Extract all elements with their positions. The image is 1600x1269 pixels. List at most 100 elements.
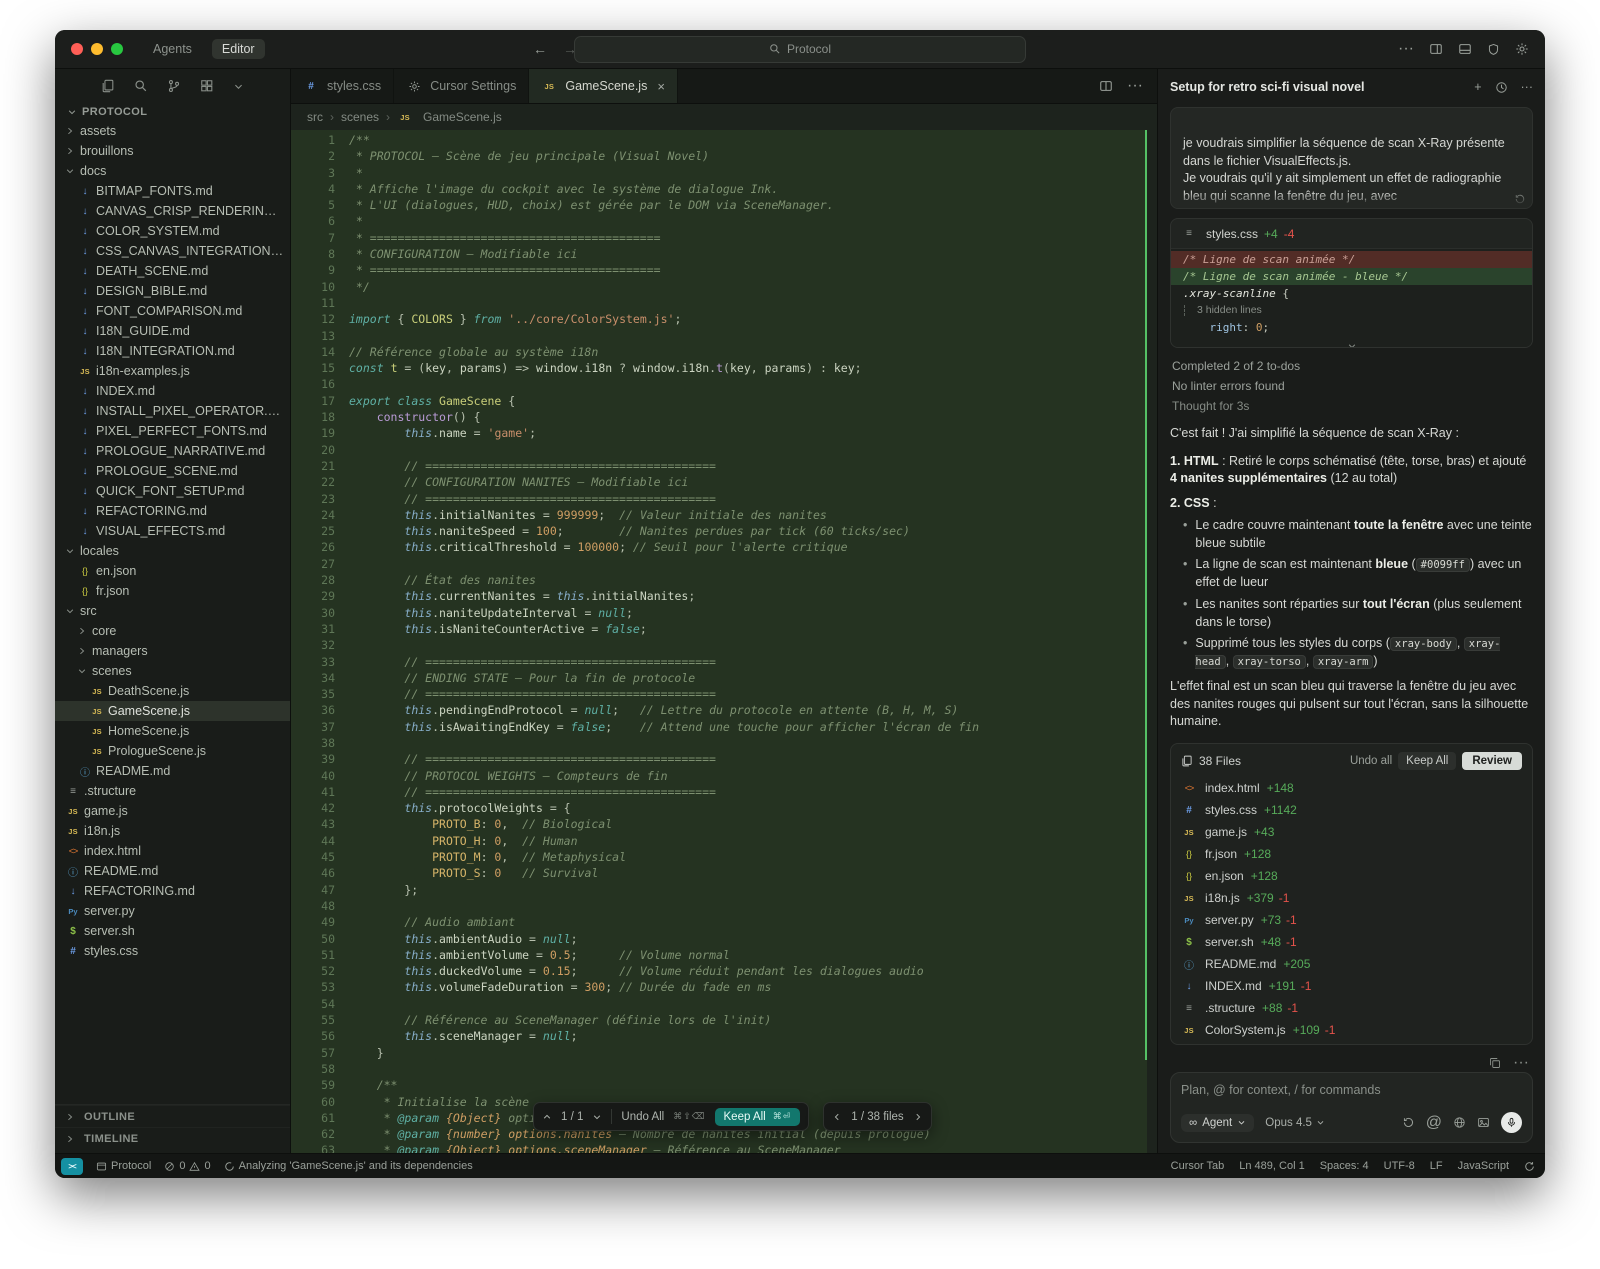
- code-line-22[interactable]: 22 // CONFIGURATION NANITES – Modifiable…: [291, 474, 1157, 490]
- code-line-48[interactable]: 48: [291, 898, 1157, 914]
- code-line-37[interactable]: 37 this.isAwaitingEndKey = false; // Att…: [291, 719, 1157, 735]
- source-control-icon[interactable]: [167, 79, 181, 93]
- close-tab-icon[interactable]: ×: [657, 79, 665, 94]
- code-line-13[interactable]: 13: [291, 328, 1157, 344]
- code-line-59[interactable]: 59 /**: [291, 1077, 1157, 1093]
- breadcrumb[interactable]: src›scenes›JSGameScene.js: [291, 104, 1157, 130]
- model-picker[interactable]: Opus 4.5: [1265, 1117, 1325, 1129]
- code-line-33[interactable]: 33 // ==================================…: [291, 654, 1157, 670]
- code-line-7[interactable]: 7 * ====================================…: [291, 230, 1157, 246]
- code-line-52[interactable]: 52 this.duckedVolume = 0.15; // Volume r…: [291, 963, 1157, 979]
- more-icon[interactable]: ···: [1127, 77, 1143, 95]
- globe-icon[interactable]: [1453, 1116, 1466, 1129]
- code-line-26[interactable]: 26 this.criticalThreshold = 100000; // S…: [291, 539, 1157, 555]
- chevron-right-icon[interactable]: [913, 1112, 923, 1122]
- tree-item-core[interactable]: core: [55, 621, 290, 641]
- code-line-29[interactable]: 29 this.currentNanites = this.initialNan…: [291, 588, 1157, 604]
- undo-all-button[interactable]: Undo All: [621, 1111, 664, 1123]
- changed-file-colorsystem-js[interactable]: JSColorSystem.js+109-1: [1171, 1019, 1532, 1041]
- tab-cursor-settings[interactable]: Cursor Settings: [394, 69, 529, 103]
- code-line-14[interactable]: 14// Référence globale au système i18n: [291, 344, 1157, 360]
- image-icon[interactable]: [1477, 1116, 1490, 1129]
- breadcrumb-segment[interactable]: scenes: [341, 110, 379, 124]
- code-line-23[interactable]: 23 // ==================================…: [291, 491, 1157, 507]
- code-line-28[interactable]: 28 // État des nanites: [291, 572, 1157, 588]
- files-icon[interactable]: [101, 79, 115, 93]
- close-window-button[interactable]: [71, 43, 83, 55]
- code-line-8[interactable]: 8 * CONFIGURATION – Modifiable ici: [291, 246, 1157, 262]
- code-line-54[interactable]: 54: [291, 996, 1157, 1012]
- changed-file-server-py[interactable]: Pyserver.py+73-1: [1171, 909, 1532, 931]
- code-line-15[interactable]: 15const t = (key, params) => window.i18n…: [291, 360, 1157, 376]
- changed-file-game-js[interactable]: JSgame.js+43: [1171, 821, 1532, 843]
- code-line-38[interactable]: 38: [291, 735, 1157, 751]
- code-line-35[interactable]: 35 // ==================================…: [291, 686, 1157, 702]
- tree-item-styles-css[interactable]: #styles.css: [55, 941, 290, 961]
- tree-item-scenes[interactable]: scenes: [55, 661, 290, 681]
- breadcrumb-segment[interactable]: src: [307, 110, 323, 124]
- code-line-3[interactable]: 3 *: [291, 165, 1157, 181]
- zoom-window-button[interactable]: [111, 43, 123, 55]
- keep-all-button[interactable]: Keep All ⌘⏎: [715, 1108, 801, 1126]
- tree-item-managers[interactable]: managers: [55, 641, 290, 661]
- code-line-58[interactable]: 58: [291, 1061, 1157, 1077]
- tree-item-gamescene-js[interactable]: JSGameScene.js: [55, 701, 290, 721]
- new-chat-icon[interactable]: +: [1474, 80, 1481, 94]
- settings-gear-icon[interactable]: [1515, 42, 1529, 56]
- code-line-10[interactable]: 10 */: [291, 279, 1157, 295]
- code-line-39[interactable]: 39 // ==================================…: [291, 751, 1157, 767]
- changed-file-styles-css[interactable]: #styles.css+1142: [1171, 799, 1532, 821]
- code-line-5[interactable]: 5 * L'UI (dialogues, HUD, choix) est gér…: [291, 197, 1157, 213]
- statusbar-lf[interactable]: LF: [1430, 1160, 1443, 1172]
- tab-gamescene-js[interactable]: JSGameScene.js×: [529, 69, 678, 103]
- voice-input-button[interactable]: [1501, 1112, 1522, 1133]
- changed-file-fr-json[interactable]: {}fr.json+128: [1171, 843, 1532, 865]
- changed-file-index-md[interactable]: ↓INDEX.md+191-1: [1171, 975, 1532, 997]
- tree-item-server-py[interactable]: Pyserver.py: [55, 901, 290, 921]
- agent-mode-picker[interactable]: ∞ Agent: [1181, 1114, 1254, 1132]
- sync-icon[interactable]: [1524, 1161, 1535, 1172]
- code-line-63[interactable]: 63 * @param {Object} options.sceneManage…: [291, 1142, 1157, 1153]
- tree-item-assets[interactable]: assets: [55, 121, 290, 141]
- tree-item-readme-md[interactable]: ⓘREADME.md: [55, 761, 290, 781]
- chevron-left-icon[interactable]: [832, 1112, 842, 1122]
- keep-all-button[interactable]: Keep All: [1398, 752, 1456, 770]
- tree-item-prologuescene-js[interactable]: JSPrologueScene.js: [55, 741, 290, 761]
- code-line-53[interactable]: 53 this.volumeFadeDuration = 300; // Dur…: [291, 979, 1157, 995]
- review-button[interactable]: Review: [1462, 752, 1522, 770]
- changed-file-i18n-js[interactable]: JSi18n.js+379-1: [1171, 887, 1532, 909]
- tree-item-fr-json[interactable]: {}fr.json: [55, 581, 290, 601]
- titlebar-tab-agents[interactable]: Agents: [143, 39, 202, 59]
- diff-expand[interactable]: [1171, 338, 1532, 348]
- copy-icon[interactable]: [1489, 1054, 1501, 1072]
- chevron-down-icon[interactable]: [233, 81, 244, 92]
- changed-file-server-sh[interactable]: $server.sh+48-1: [1171, 931, 1532, 953]
- tree-item-docs[interactable]: docs: [55, 161, 290, 181]
- code-line-17[interactable]: 17export class GameScene {: [291, 393, 1157, 409]
- code-line-12[interactable]: 12import { COLORS } from '../core/ColorS…: [291, 311, 1157, 327]
- statusbar-javascript[interactable]: JavaScript: [1458, 1160, 1509, 1172]
- code-line-31[interactable]: 31 this.isNaniteCounterActive = false;: [291, 621, 1157, 637]
- statusbar-ln-489-col-1[interactable]: Ln 489, Col 1: [1239, 1160, 1304, 1172]
- tree-item-index-md[interactable]: ↓INDEX.md: [55, 381, 290, 401]
- statusbar-spaces-4[interactable]: Spaces: 4: [1320, 1160, 1369, 1172]
- code-line-47[interactable]: 47 };: [291, 882, 1157, 898]
- more-icon[interactable]: ···: [1513, 1054, 1529, 1072]
- code-line-30[interactable]: 30 this.naniteUpdateInterval = null;: [291, 605, 1157, 621]
- split-editor-icon[interactable]: [1099, 79, 1113, 93]
- minimize-window-button[interactable]: [91, 43, 103, 55]
- diff-card-header[interactable]: ≡ styles.css +4 -4: [1171, 219, 1532, 249]
- more-icon[interactable]: ···: [1521, 80, 1534, 94]
- tree-item-refactoring-md[interactable]: ↓REFACTORING.md: [55, 881, 290, 901]
- code-line-41[interactable]: 41 // ==================================…: [291, 784, 1157, 800]
- tree-item-index-html[interactable]: <>index.html: [55, 841, 290, 861]
- tree-item-design-bible-md[interactable]: ↓DESIGN_BIBLE.md: [55, 281, 290, 301]
- command-search[interactable]: Protocol: [574, 36, 1026, 63]
- code-line-2[interactable]: 2 * PROTOCOL – Scène de jeu principale (…: [291, 148, 1157, 164]
- sidebar-section-timeline[interactable]: TIMELINE: [55, 1127, 290, 1149]
- code-line-25[interactable]: 25 this.naniteSpeed = 100; // Nanites pe…: [291, 523, 1157, 539]
- code-line-40[interactable]: 40 // PROTOCOL WEIGHTS – Compteurs de fi…: [291, 768, 1157, 784]
- code-line-45[interactable]: 45 PROTO_M: 0, // Metaphysical: [291, 849, 1157, 865]
- code-line-1[interactable]: 1/**: [291, 132, 1157, 148]
- tab-styles-css[interactable]: #styles.css: [291, 69, 394, 103]
